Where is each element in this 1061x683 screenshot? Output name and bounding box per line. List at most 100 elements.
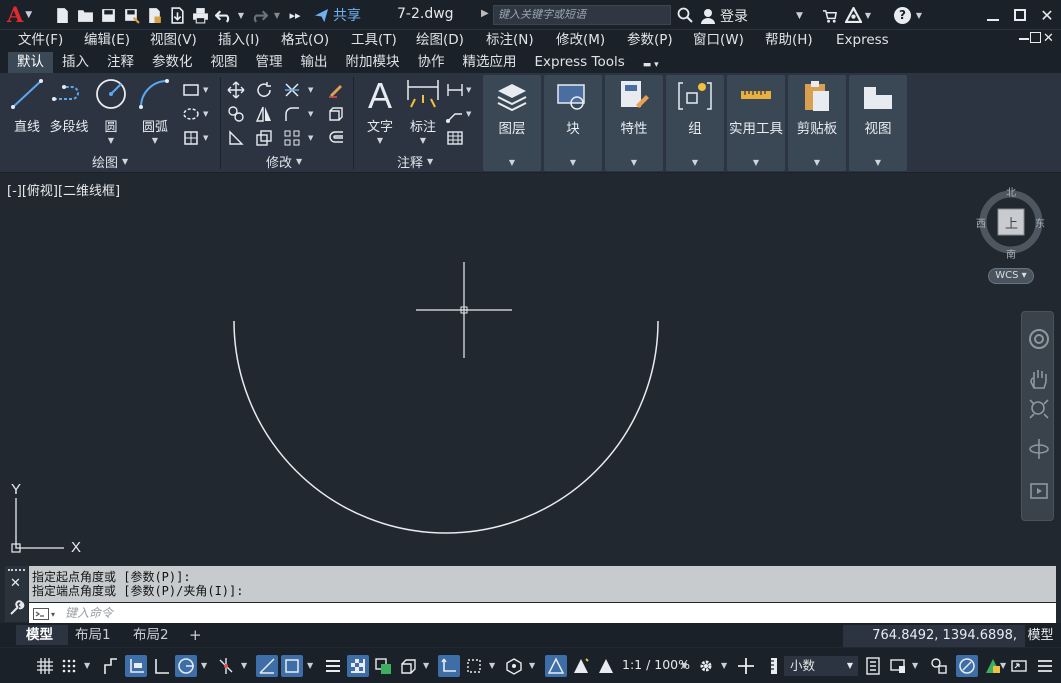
dimension-tool[interactable]: 标注 ▼ bbox=[402, 77, 444, 145]
tab-default[interactable]: 默认 bbox=[8, 52, 53, 73]
lock-ui-icon[interactable] bbox=[887, 655, 909, 677]
compass-north[interactable]: 北 bbox=[1006, 184, 1016, 199]
tab-featured-apps[interactable]: 精选应用 bbox=[454, 52, 526, 73]
maximize-icon[interactable] bbox=[1007, 4, 1033, 26]
units-select[interactable]: 小数 ▼ bbox=[784, 656, 858, 676]
customization-menu-icon[interactable] bbox=[1034, 655, 1056, 677]
menu-edit[interactable]: 编辑(E) bbox=[84, 30, 150, 52]
tab-layout2[interactable]: 布局2 bbox=[123, 625, 179, 645]
orbit-icon[interactable] bbox=[1028, 438, 1050, 460]
chevron-down-icon[interactable]: ▼ bbox=[489, 661, 495, 670]
chevron-down-icon[interactable]: ▼ bbox=[681, 661, 687, 670]
mirror-icon[interactable] bbox=[253, 104, 275, 124]
menu-insert[interactable]: 插入(I) bbox=[218, 30, 281, 52]
menu-format[interactable]: 格式(O) bbox=[281, 30, 351, 52]
undo-dropdown-icon[interactable]: ▼ bbox=[236, 5, 246, 25]
tab-manage[interactable]: 管理 bbox=[247, 52, 292, 73]
menu-tools[interactable]: 工具(T) bbox=[351, 30, 416, 52]
autoscale-icon[interactable] bbox=[570, 655, 592, 677]
save-icon[interactable] bbox=[98, 5, 118, 25]
help-button[interactable]: ? ▼ bbox=[891, 6, 925, 24]
drawing-area[interactable]: [-][俯视][二维线框] Y X 北 南 东 西 上 WCS ▾ bbox=[0, 174, 1061, 564]
annotation-monitor-icon[interactable] bbox=[735, 655, 757, 677]
transparency-icon[interactable] bbox=[347, 655, 369, 677]
share-button[interactable]: 共享 bbox=[314, 5, 361, 25]
steering-wheel-icon[interactable] bbox=[1028, 328, 1050, 350]
move-icon[interactable] bbox=[225, 80, 247, 100]
dynamic-ucs-icon[interactable] bbox=[438, 655, 460, 677]
viewcube[interactable]: 北 南 东 西 上 bbox=[975, 184, 1047, 266]
workspace-gear-icon[interactable] bbox=[695, 655, 717, 677]
arc-tool[interactable]: 圆弧 ▼ bbox=[134, 77, 176, 145]
gizmo-icon[interactable] bbox=[503, 655, 525, 677]
polyline-tool[interactable]: 多段线 bbox=[48, 77, 90, 135]
doc-minimize-icon[interactable] bbox=[1019, 38, 1029, 40]
scale-icon[interactable] bbox=[253, 128, 275, 148]
open-folder-icon[interactable] bbox=[75, 5, 95, 25]
save-web-icon[interactable] bbox=[167, 5, 187, 25]
graphics-performance-icon[interactable] bbox=[956, 655, 978, 677]
compass-west[interactable]: 西 bbox=[976, 215, 986, 230]
wcs-menu[interactable]: WCS ▾ bbox=[988, 268, 1034, 284]
rotate-icon[interactable] bbox=[253, 80, 275, 100]
annotation-scale[interactable]: 1:1 / 100% bbox=[622, 657, 690, 672]
viewcube-top-label[interactable]: 上 bbox=[1005, 213, 1018, 232]
search-expand-icon[interactable]: ▶ bbox=[481, 8, 489, 19]
menu-parametric[interactable]: 参数(P) bbox=[627, 30, 693, 52]
array-3d-icon[interactable] bbox=[325, 104, 347, 124]
offset-icon[interactable] bbox=[325, 128, 347, 148]
polar-tracking-icon[interactable] bbox=[175, 655, 197, 677]
trim-icon[interactable] bbox=[281, 80, 303, 100]
menu-view[interactable]: 视图(V) bbox=[150, 30, 218, 52]
tab-parametric[interactable]: 参数化 bbox=[143, 52, 202, 73]
tab-annotate[interactable]: 注释 bbox=[98, 52, 143, 73]
undo-icon[interactable] bbox=[213, 5, 233, 25]
tab-layout1[interactable]: 布局1 bbox=[65, 625, 121, 645]
block-panel[interactable]: 块 ▼ bbox=[544, 75, 602, 171]
fullscreen-icon[interactable] bbox=[1008, 655, 1030, 677]
minimize-icon[interactable] bbox=[980, 4, 1006, 26]
redo-dropdown-icon[interactable]: ▼ bbox=[272, 5, 282, 25]
application-menu-button[interactable]: A ▼ bbox=[7, 3, 37, 27]
add-layout-button[interactable]: + bbox=[179, 625, 212, 645]
command-line-handle[interactable]: ✕ bbox=[5, 566, 28, 622]
3d-osnap-icon[interactable] bbox=[397, 655, 419, 677]
chevron-down-icon[interactable]: ▼ bbox=[84, 661, 90, 670]
erase-icon[interactable] bbox=[325, 80, 347, 100]
compass-south[interactable]: 南 bbox=[1006, 246, 1016, 261]
ribbon-toggle-icon[interactable]: ▬ ▾ bbox=[634, 52, 668, 73]
array-icon[interactable] bbox=[281, 128, 303, 148]
table-icon[interactable] bbox=[444, 128, 466, 148]
doc-close-icon[interactable]: ✕ bbox=[1043, 31, 1054, 46]
close-icon[interactable]: ✕ bbox=[10, 576, 21, 591]
units-icon[interactable] bbox=[763, 655, 785, 677]
chevron-down-icon[interactable]: ▼ bbox=[423, 661, 429, 670]
menu-express[interactable]: Express bbox=[836, 30, 906, 52]
chevron-down-icon[interactable]: ▼ bbox=[201, 661, 207, 670]
showmotion-icon[interactable] bbox=[1028, 480, 1050, 502]
circle-tool[interactable]: 圆 ▼ bbox=[90, 77, 132, 145]
cart-icon[interactable] bbox=[820, 7, 838, 25]
lineweight-icon[interactable] bbox=[322, 655, 344, 677]
command-prompt-icon[interactable]: ▾ bbox=[33, 607, 61, 621]
draw-panel-title[interactable]: 绘图 ▼ bbox=[92, 152, 128, 171]
object-snap-tracking-icon[interactable] bbox=[256, 655, 278, 677]
snap-icon[interactable] bbox=[58, 655, 80, 677]
selection-cycling-icon[interactable] bbox=[372, 655, 394, 677]
hatch-icon[interactable] bbox=[180, 104, 202, 124]
boundary-icon[interactable] bbox=[180, 128, 202, 148]
chevron-down-icon[interactable]: ▼ bbox=[1000, 661, 1006, 670]
object-snap-icon[interactable] bbox=[281, 655, 303, 677]
pan-hand-icon[interactable] bbox=[1028, 368, 1050, 390]
menu-dimension[interactable]: 标注(N) bbox=[486, 30, 556, 52]
copy-icon[interactable] bbox=[225, 104, 247, 124]
redo-icon[interactable] bbox=[249, 5, 269, 25]
annotation-visibility-icon[interactable] bbox=[545, 655, 567, 677]
stretch-icon[interactable] bbox=[225, 128, 247, 148]
isodraft-icon[interactable] bbox=[215, 655, 237, 677]
chevron-down-icon[interactable]: ▼ bbox=[796, 11, 803, 21]
login-button[interactable]: 登录 ▼ bbox=[700, 6, 803, 26]
arc-entity[interactable] bbox=[233, 320, 659, 534]
tab-addins[interactable]: 附加模块 bbox=[337, 52, 409, 73]
model-space-button[interactable]: 模型 bbox=[1025, 625, 1056, 647]
